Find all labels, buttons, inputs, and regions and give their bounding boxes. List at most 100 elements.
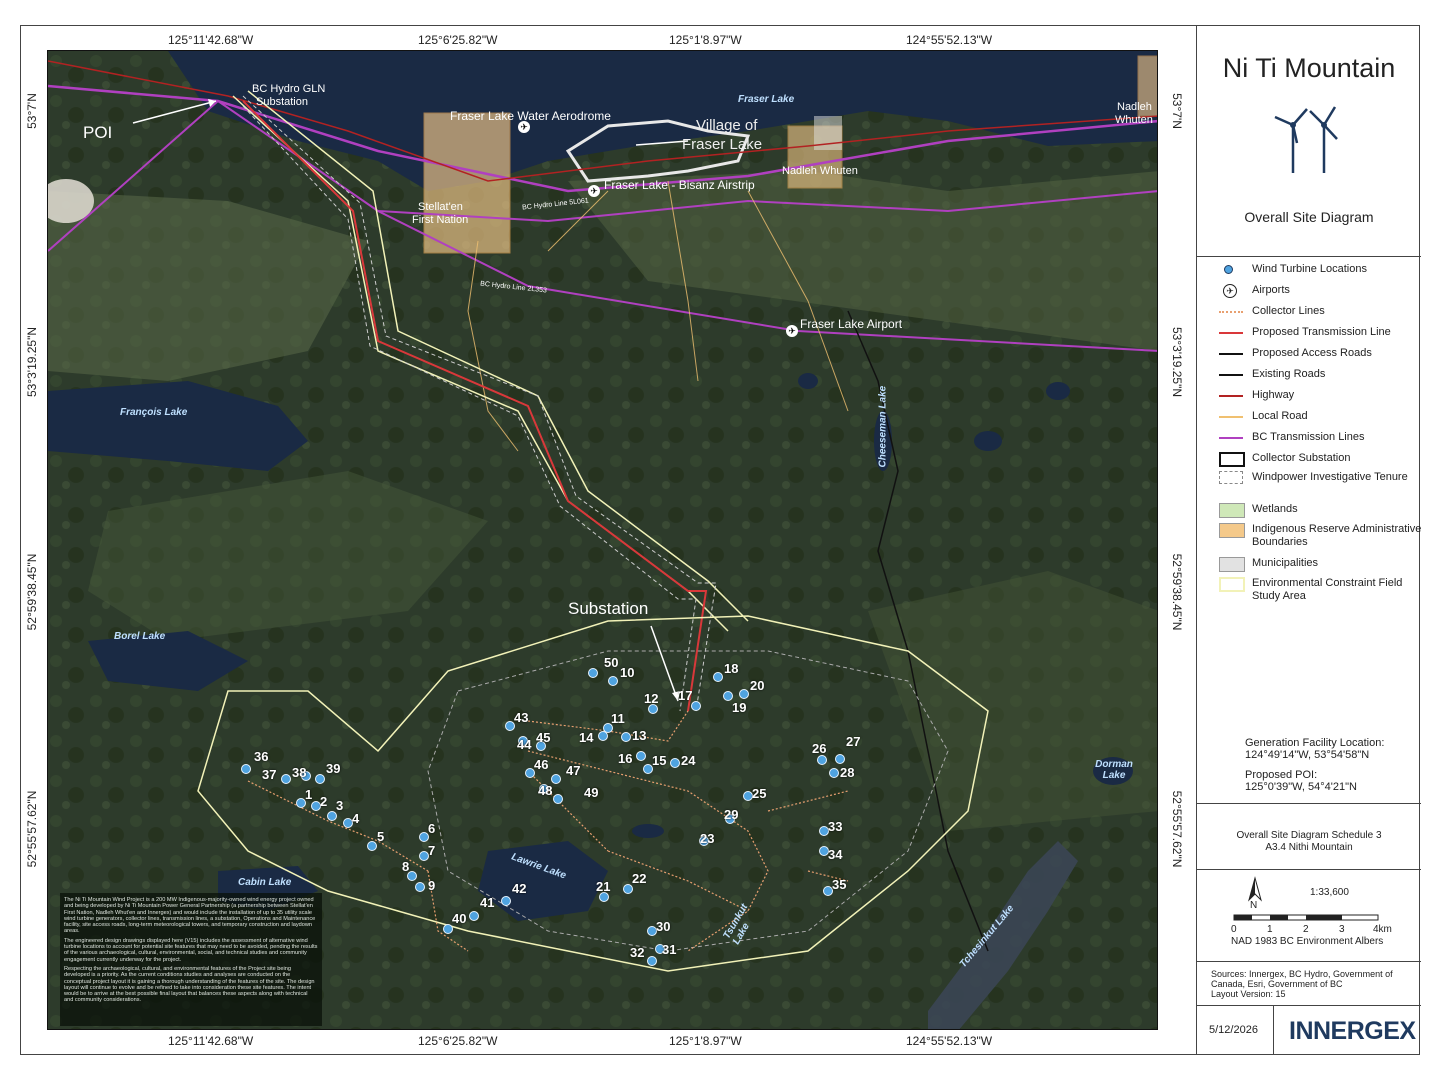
sources-line-1: Sources: Innergex, BC Hydro, Government … [1211, 969, 1393, 979]
turbine-label: 8 [402, 859, 410, 874]
nadleh-whuten-label: Nadleh Whuten [782, 165, 858, 177]
scale-tick-0: 0 [1231, 924, 1237, 935]
coord-bottom-2: 125°6'25.82"W [418, 1034, 498, 1048]
wind-turbine-icon [1274, 106, 1338, 173]
map-canvas[interactable]: ✈ ✈ ✈ POI BC Hydro GLN Substation Substa… [47, 50, 1158, 1030]
coord-left-1: 53°7'N [25, 93, 39, 129]
footer-box: 5/12/2026 INNERGEX [1197, 1006, 1421, 1055]
scale-box: N 1:33,600 0 1 2 3 4km NAD 1983 BC Envir… [1197, 870, 1421, 962]
wind-turbine-marker[interactable] [588, 668, 598, 678]
brand-logo: INNERGEX [1289, 1017, 1416, 1045]
wind-turbine-marker[interactable] [501, 896, 511, 906]
wind-turbine-marker[interactable] [647, 956, 657, 966]
scale-tick-4: 4km [1373, 924, 1392, 935]
aerodrome-label: Fraser Lake Water Aerodrome [450, 109, 611, 123]
wind-turbine-marker[interactable] [315, 774, 325, 784]
airport-icon: ✈ [786, 325, 798, 337]
francois-lake-label: François Lake [120, 407, 188, 418]
legend-symbol-icon [1219, 503, 1245, 518]
turbine-label: 1 [305, 787, 313, 802]
turbine-label: 16 [618, 751, 633, 766]
legend-symbol-icon [1219, 326, 1243, 340]
legend-label: BC Transmission Lines [1252, 431, 1365, 443]
legend-label: Environmental Constraint Field Study Are… [1252, 577, 1403, 602]
turbine-label: 44 [517, 737, 532, 752]
wind-turbine-marker[interactable] [636, 751, 646, 761]
turbine-label: 21 [596, 879, 611, 894]
stellaten-label-2: First Nation [412, 214, 469, 226]
side-panel: Ni Ti Mountain Overall Site Diagram Wind… [1196, 25, 1421, 1055]
projection-label: NAD 1983 BC Environment Albers [1231, 936, 1384, 947]
wind-turbine-marker[interactable] [739, 689, 749, 699]
turbine-label: 42 [512, 881, 527, 896]
turbine-label: 27 [846, 734, 861, 749]
turbine-label: 2 [320, 794, 328, 809]
legend-label: Proposed Access Roads [1252, 347, 1372, 359]
north-label: N [1250, 900, 1258, 911]
note-paragraph: Respecting the archaeological, cultural,… [64, 965, 315, 1004]
scale-ratio: 1:33,600 [1310, 887, 1349, 898]
wind-turbine-marker[interactable] [553, 794, 563, 804]
stellaten-label-1: Stellat'en [418, 201, 463, 213]
map-subtitle: Overall Site Diagram [1244, 209, 1374, 225]
sources-line-3: Layout Version: 15 [1211, 989, 1286, 999]
wind-turbine-marker[interactable] [608, 676, 618, 686]
turbine-label: 45 [536, 730, 551, 745]
turbine-label: 38 [292, 765, 307, 780]
legend-symbol-icon [1219, 389, 1243, 403]
wind-turbine-marker[interactable] [835, 754, 845, 764]
coord-bottom-4: 124°55'52.13"W [906, 1034, 993, 1048]
turbine-label: 28 [840, 765, 855, 780]
turbine-label: 14 [579, 730, 594, 745]
wind-turbine-marker[interactable] [367, 841, 377, 851]
substation-top-label-1: BC Hydro GLN [252, 83, 326, 95]
legend-label: Existing Roads [1252, 368, 1326, 380]
turbine-label: 37 [262, 767, 277, 782]
village-label-2: Fraser Lake [682, 136, 763, 153]
cheeseman-lake-label: Cheeseman Lake [877, 385, 889, 468]
coord-bottom-1: 125°11'42.68"W [168, 1034, 254, 1048]
wind-turbine-marker[interactable] [670, 758, 680, 768]
poi-label: POI [83, 123, 113, 142]
wind-turbine-marker[interactable] [469, 911, 479, 921]
turbine-label: 50 [604, 655, 619, 670]
wind-turbine-marker[interactable] [281, 774, 291, 784]
legend-label: Local Road [1252, 410, 1308, 422]
wind-turbine-marker[interactable] [829, 768, 839, 778]
legend-symbol-icon [1219, 577, 1245, 592]
legend-label: Municipalities [1252, 557, 1319, 569]
borel-lake-label: Borel Lake [114, 631, 166, 642]
legend-symbol-icon [1219, 368, 1243, 382]
wind-turbine-marker[interactable] [713, 672, 723, 682]
legend-box: Wind Turbine Locations ✈ Airports Collector… [1197, 257, 1421, 804]
wind-turbine-marker[interactable] [598, 731, 608, 741]
coord-bottom-3: 125°1'8.97"W [669, 1034, 742, 1048]
generation-value: 124°49'14"W, 53°54'58"N [1245, 749, 1370, 761]
turbine-label: 9 [428, 878, 436, 893]
turbine-label: 19 [732, 700, 747, 715]
wind-turbine-marker[interactable] [621, 732, 631, 742]
scale-tick-2: 2 [1303, 924, 1309, 935]
turbine-label: 18 [724, 661, 739, 676]
note-paragraph: The engineered design drawings displayed… [64, 937, 318, 963]
airport-label: Fraser Lake Airport [800, 317, 903, 331]
sources-box: Sources: Innergex, BC Hydro, Government … [1197, 962, 1421, 1006]
dorman-lake-label: Dorman Lake [1095, 759, 1133, 781]
legend-symbol-icon [1219, 263, 1243, 277]
wind-turbine-marker[interactable] [691, 701, 701, 711]
legend-symbol-icon [1219, 471, 1243, 485]
turbine-label: 5 [377, 829, 385, 844]
wind-turbine-marker[interactable] [415, 882, 425, 892]
turbine-label: 24 [681, 753, 696, 768]
cabin-lake-label: Cabin Lake [238, 877, 292, 888]
wind-turbine-marker[interactable] [817, 755, 827, 765]
wind-turbine-marker[interactable] [241, 764, 251, 774]
schedule-line-2: A3.4 Nithi Mountain [1265, 842, 1353, 853]
turbine-label: 10 [620, 665, 635, 680]
legend-label: Airports [1252, 284, 1290, 296]
turbine-label: 26 [812, 741, 827, 756]
legend-label: Highway [1252, 389, 1295, 401]
wind-turbine-marker[interactable] [551, 774, 561, 784]
airport-icon: ✈ [588, 185, 600, 197]
turbine-label: 41 [480, 895, 495, 910]
